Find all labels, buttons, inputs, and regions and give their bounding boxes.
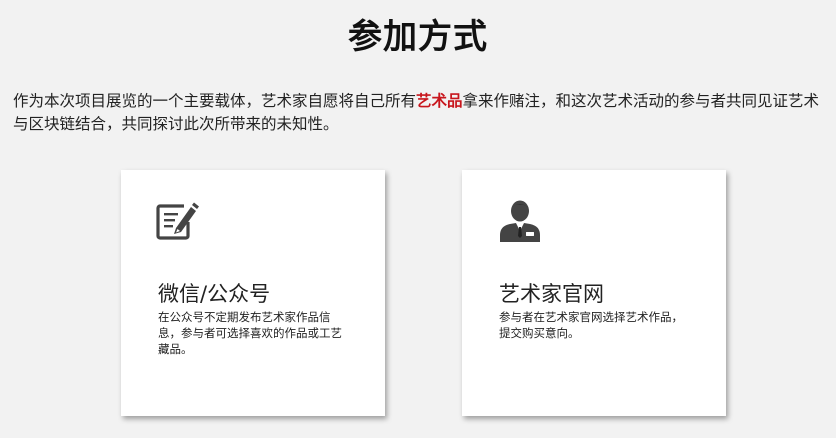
edit-note-icon xyxy=(155,198,199,242)
card-title: 艺术家官网 xyxy=(499,282,604,306)
card-wechat[interactable]: 微信/公众号 在公众号不定期发布艺术家作品信息，参与者可选择喜欢的作品或工艺藏品… xyxy=(121,170,385,416)
intro-text-before: 作为本次项目展览的一个主要载体，艺术家自愿将自己所有 xyxy=(13,92,417,110)
card-title: 微信/公众号 xyxy=(158,282,271,306)
page-title: 参加方式 xyxy=(348,17,488,57)
card-description: 在公众号不定期发布艺术家作品信息，参与者可选择喜欢的作品或工艺藏品。 xyxy=(158,310,342,356)
card-description: 参与者在艺术家官网选择艺术作品，提交购买意向。 xyxy=(499,310,683,340)
intro-paragraph: 作为本次项目展览的一个主要载体，艺术家自愿将自己所有艺术品拿来作赌注，和这次艺术… xyxy=(13,90,833,136)
card-artist-website[interactable]: 艺术家官网 参与者在艺术家官网选择艺术作品，提交购买意向。 xyxy=(462,170,726,416)
person-icon xyxy=(498,198,542,242)
intro-highlight: 艺术品 xyxy=(416,92,463,110)
